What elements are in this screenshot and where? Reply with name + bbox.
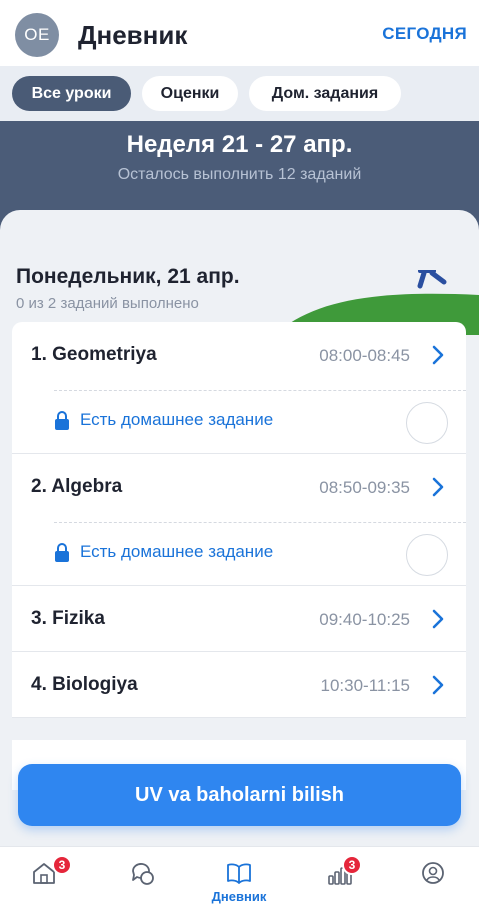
divider [54, 390, 466, 391]
grades-info-button[interactable]: UV va baholarni bilish [18, 764, 461, 826]
nav-diary[interactable]: Дневник [209, 859, 269, 909]
homework-checkbox[interactable] [406, 534, 448, 576]
chevron-right-icon [432, 477, 444, 497]
profile-icon [422, 862, 444, 884]
nav-stats[interactable]: 3 [309, 855, 369, 909]
app-header: OE Дневник СЕГОДНЯ [0, 0, 479, 66]
homework-checkbox[interactable] [406, 402, 448, 444]
lesson-time: 08:50-09:35 [319, 478, 410, 497]
chevron-right-icon [432, 345, 444, 365]
homework-label: Есть домашнее задание [80, 542, 274, 561]
lesson-item[interactable]: 1. Geometriya 08:00-08:45 Есть домашнее … [12, 322, 466, 454]
nav-messages[interactable] [113, 859, 173, 909]
filter-all-lessons[interactable]: Все уроки [12, 76, 131, 111]
lesson-item[interactable]: 3. Fizika 09:40-10:25 [12, 586, 466, 652]
today-button[interactable]: СЕГОДНЯ [382, 24, 467, 44]
lesson-name: 4. Biologiya [31, 674, 138, 695]
lesson-time: 09:40-10:25 [319, 610, 410, 629]
bottom-nav: 3 Дневник 3 [0, 846, 479, 910]
filter-chips: Все уроки Оценки Дом. задания [0, 66, 479, 122]
lesson-time: 08:00-08:45 [319, 346, 410, 365]
homework-label: Есть домашнее задание [80, 410, 274, 429]
homework-row[interactable]: Есть домашнее задание [54, 542, 273, 562]
chevron-right-icon [432, 675, 444, 695]
lesson-name: 3. Fizika [31, 608, 105, 629]
week-title: Неделя 21 - 27 апр. [126, 131, 353, 158]
lock-icon [55, 543, 69, 562]
day-progress: 0 из 2 заданий выполнено [16, 295, 199, 312]
page-title: Дневник [78, 20, 188, 50]
avatar[interactable]: OE [15, 13, 59, 57]
lesson-list: 1. Geometriya 08:00-08:45 Есть домашнее … [12, 322, 466, 718]
nav-diary-label: Дневник [211, 889, 267, 904]
week-subtitle: Осталось выполнить 12 заданий [117, 166, 362, 183]
chat-icon [132, 863, 154, 885]
chevron-right-icon [432, 609, 444, 629]
stats-badge: 3 [342, 855, 362, 875]
filter-homework[interactable]: Дом. задания [249, 76, 401, 111]
lesson-name: 2. Algebra [31, 476, 123, 497]
nav-profile[interactable] [403, 859, 463, 909]
day-title: Понедельник, 21 апр. [16, 265, 240, 288]
lesson-item[interactable]: 2. Algebra 08:50-09:35 Есть домашнее зад… [12, 454, 466, 586]
nav-home[interactable]: 3 [14, 855, 74, 909]
lesson-item[interactable]: 4. Biologiya 10:30-11:15 [12, 652, 466, 718]
day-content: Понедельник, 21 апр. 0 из 2 заданий выпо… [0, 210, 479, 850]
lesson-name: 1. Geometriya [31, 344, 157, 365]
book-icon [227, 863, 251, 884]
lesson-time: 10:30-11:15 [320, 676, 410, 695]
lock-icon [55, 411, 69, 430]
homework-row[interactable]: Есть домашнее задание [54, 410, 273, 430]
filter-grades[interactable]: Оценки [142, 76, 238, 111]
divider [54, 522, 466, 523]
home-badge: 3 [52, 855, 72, 875]
